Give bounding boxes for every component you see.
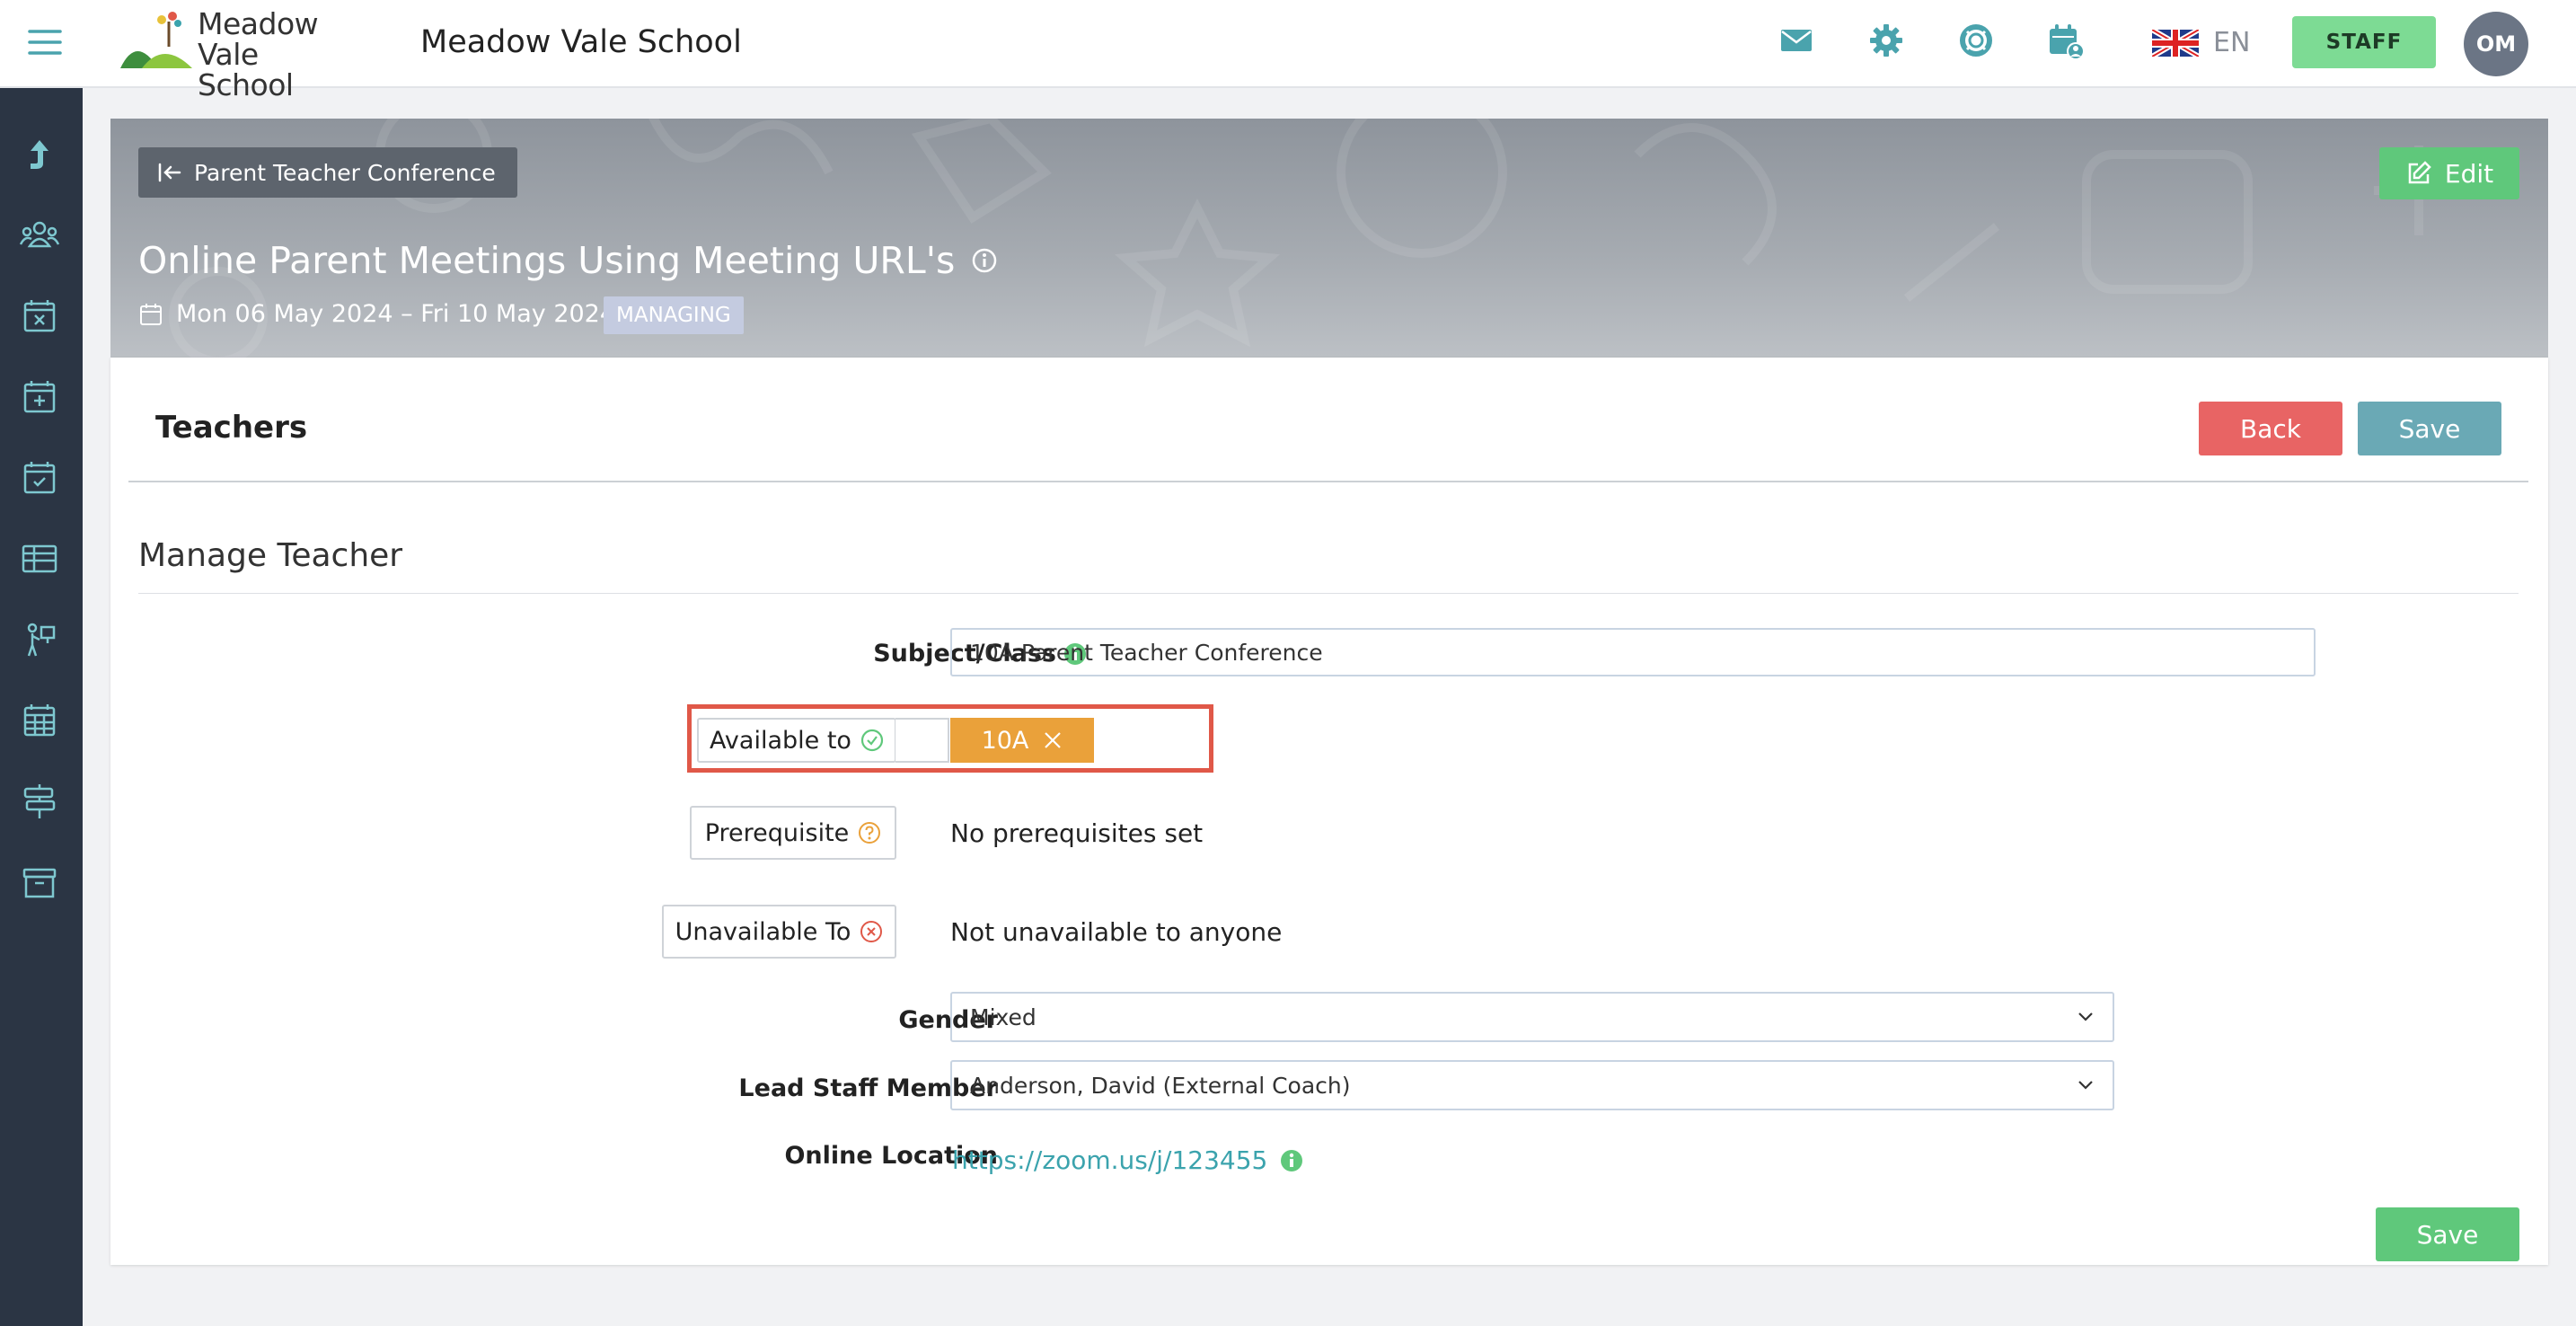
unavailable-to-button[interactable]: Unavailable To	[662, 905, 896, 959]
gear-icon[interactable]	[1868, 22, 1904, 58]
unavailable-to-label: Unavailable To	[675, 917, 851, 946]
back-to-parent-event-link[interactable]: Parent Teacher Conference	[138, 147, 517, 198]
back-button[interactable]: Back	[2199, 402, 2342, 455]
gender-select[interactable]: Mixed	[950, 992, 2114, 1042]
section-title: Teachers	[155, 410, 308, 446]
divider	[138, 593, 2519, 594]
arrow-left-bar-icon	[158, 163, 181, 182]
language-selector[interactable]: EN	[2213, 27, 2250, 58]
event-title-text: Online Parent Meetings Using Meeting URL…	[138, 239, 956, 282]
lead-staff-select[interactable]: Anderson, David (External Coach)	[950, 1060, 2114, 1110]
edit-button-label: Edit	[2444, 158, 2494, 189]
back-link-label: Parent Teacher Conference	[194, 159, 496, 186]
school-logo[interactable]: Meadow Vale School	[117, 7, 359, 101]
divider	[128, 481, 2528, 482]
status-badge: MANAGING	[604, 296, 744, 334]
close-icon[interactable]	[1043, 730, 1063, 750]
calendar-user-icon[interactable]	[2047, 22, 2086, 62]
info-icon[interactable]	[971, 247, 998, 274]
calendar-plus-icon[interactable]	[18, 376, 61, 419]
chevron-down-icon	[2078, 1012, 2093, 1021]
calendar-icon	[140, 303, 162, 325]
question-circle-icon	[859, 822, 881, 844]
available-tag-label: 10A	[981, 726, 1029, 755]
online-location-url[interactable]: https://zoom.us/j/123455	[952, 1145, 1267, 1175]
prerequisite-label: Prerequisite	[704, 818, 850, 847]
table-icon[interactable]	[18, 537, 61, 580]
info-icon[interactable]	[1280, 1149, 1303, 1172]
edit-icon	[2408, 161, 2431, 184]
logo-hills-icon	[120, 12, 192, 68]
sidebar	[0, 88, 83, 1326]
available-to-button[interactable]: Available to	[697, 718, 896, 763]
lifebuoy-icon[interactable]	[1958, 22, 1994, 58]
save-button-bottom[interactable]: Save	[2376, 1207, 2519, 1261]
check-circle-icon	[860, 729, 884, 752]
avatar[interactable]: OM	[2464, 12, 2528, 76]
unavailable-to-value: Not unavailable to anyone	[950, 917, 1283, 947]
main-card: Teachers Back Save Manage Teacher Subjec…	[110, 358, 2548, 1265]
gender-select-value: Mixed	[970, 1003, 1037, 1030]
presenter-icon[interactable]	[18, 618, 61, 661]
arrow-up-icon[interactable]	[18, 133, 61, 176]
available-tag[interactable]: 10A	[950, 718, 1094, 763]
manage-teacher-heading: Manage Teacher	[138, 537, 403, 574]
archive-icon[interactable]	[18, 861, 61, 904]
prerequisite-button[interactable]: Prerequisite	[690, 806, 896, 860]
chevron-down-icon	[2078, 1081, 2093, 1090]
logo-text: Meadow Vale School	[198, 9, 359, 101]
available-to-label: Available to	[710, 726, 851, 755]
signpost-icon[interactable]	[18, 780, 61, 823]
available-to-input[interactable]	[895, 718, 949, 763]
x-circle-icon	[860, 921, 883, 942]
edit-button[interactable]: Edit	[2379, 147, 2519, 199]
top-bar: Meadow Vale School Meadow Vale School EN…	[0, 0, 2576, 101]
school-name: Meadow Vale School	[420, 24, 742, 60]
event-banner: Parent Teacher Conference Edit Online Pa…	[110, 119, 2548, 358]
logo-line-1: Meadow	[198, 6, 319, 41]
calendar-check-icon[interactable]	[18, 456, 61, 499]
staff-button[interactable]: STAFF	[2292, 16, 2436, 68]
uk-flag-icon[interactable]	[2152, 30, 2199, 57]
calendar-x-icon[interactable]	[18, 295, 61, 338]
event-title: Online Parent Meetings Using Meeting URL…	[138, 239, 998, 282]
logo-line-2: Vale School	[198, 37, 294, 102]
save-button[interactable]: Save	[2358, 402, 2501, 455]
online-location-link[interactable]: https://zoom.us/j/123455	[952, 1145, 1303, 1175]
prerequisite-value: No prerequisites set	[950, 818, 1204, 848]
people-icon[interactable]	[18, 214, 61, 257]
event-dates-text: Mon 06 May 2024 – Fri 10 May 2024	[176, 300, 616, 328]
mail-icon[interactable]	[1778, 22, 1814, 58]
calendar-grid-icon[interactable]	[18, 699, 61, 742]
subject-class-input[interactable]: 10A Parent Teacher Conference	[950, 628, 2316, 676]
lead-staff-select-value: Anderson, David (External Coach)	[970, 1072, 1351, 1099]
event-dates: Mon 06 May 2024 – Fri 10 May 2024	[138, 300, 615, 328]
menu-icon[interactable]	[27, 24, 63, 60]
